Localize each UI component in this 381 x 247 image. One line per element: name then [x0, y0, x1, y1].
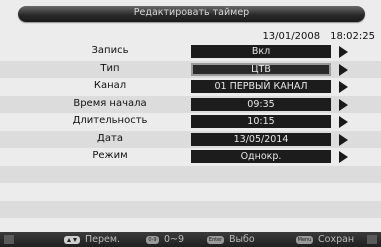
- mode-label: Режим: [92, 150, 128, 161]
- enter-key-icon: Enter: [207, 235, 224, 244]
- footer-left-cap: [4, 235, 14, 244]
- row-start-time[interactable]: Время начала 09:35: [0, 95, 381, 113]
- menu-key-icon: Menu: [296, 235, 313, 244]
- channel-label: Канал: [93, 80, 127, 91]
- footer-hint-bar: Перем. 0-9 0~9 Enter Выбо Menu Сохран: [0, 232, 381, 247]
- hint-select: Enter Выбо: [207, 234, 255, 245]
- hint-move-label: Перем.: [85, 234, 121, 245]
- title-bar: Редактировать таймер: [18, 6, 365, 22]
- empty-row: [0, 183, 381, 201]
- hint-move: Перем.: [64, 234, 120, 245]
- date-time-display: 13/01/2008 18:02:25: [262, 31, 375, 42]
- current-time: 18:02:25: [330, 31, 375, 42]
- timer-settings-list: Запись Вкл Тип ЦТВ Канал 01 ПЕРВЫЙ КАНАЛ…: [0, 43, 381, 236]
- row-type[interactable]: Тип ЦТВ: [0, 60, 381, 78]
- timer-edit-screen: Редактировать таймер 13/01/2008 18:02:25 …: [0, 0, 381, 247]
- record-arrow-icon[interactable]: [339, 46, 348, 58]
- date-arrow-icon[interactable]: [339, 133, 348, 146]
- date-label: Дата: [97, 132, 123, 144]
- date-value[interactable]: 13/05/2014: [191, 132, 331, 146]
- type-value[interactable]: ЦТВ: [191, 62, 331, 76]
- page-title: Редактировать таймер: [133, 7, 250, 18]
- row-record[interactable]: Запись Вкл: [0, 43, 381, 61]
- start-time-value[interactable]: 09:35: [191, 97, 331, 111]
- mode-arrow-icon[interactable]: [339, 151, 348, 163]
- record-label: Запись: [91, 45, 129, 56]
- type-label: Тип: [100, 62, 120, 74]
- record-value[interactable]: Вкл: [191, 45, 331, 58]
- hint-select-label: Выбо: [229, 234, 255, 245]
- hint-save-label: Сохран: [318, 234, 355, 245]
- duration-arrow-icon[interactable]: [339, 116, 348, 128]
- type-arrow-icon[interactable]: [339, 63, 348, 76]
- row-date[interactable]: Дата 13/05/2014: [0, 130, 381, 148]
- empty-row: [0, 200, 381, 218]
- number-keys-icon: 0-9: [146, 235, 159, 244]
- channel-arrow-icon[interactable]: [339, 81, 348, 93]
- current-date: 13/01/2008: [262, 31, 321, 42]
- row-duration[interactable]: Длительность 10:15: [0, 113, 381, 131]
- duration-label: Длительность: [72, 115, 148, 126]
- hint-save: Menu Сохран: [296, 234, 354, 245]
- empty-row: [0, 165, 381, 183]
- row-channel[interactable]: Канал 01 ПЕРВЫЙ КАНАЛ: [0, 78, 381, 96]
- row-mode[interactable]: Режим Однокр.: [0, 148, 381, 166]
- mode-value[interactable]: Однокр.: [191, 150, 331, 163]
- start-time-arrow-icon[interactable]: [339, 98, 348, 111]
- duration-value[interactable]: 10:15: [191, 115, 331, 128]
- footer-right-cap: [367, 235, 377, 244]
- hint-digits: 0-9 0~9: [146, 234, 184, 245]
- start-time-label: Время начала: [73, 97, 147, 109]
- nav-keys-icon: [64, 235, 80, 244]
- channel-value[interactable]: 01 ПЕРВЫЙ КАНАЛ: [191, 80, 331, 93]
- hint-digits-label: 0~9: [164, 234, 185, 245]
